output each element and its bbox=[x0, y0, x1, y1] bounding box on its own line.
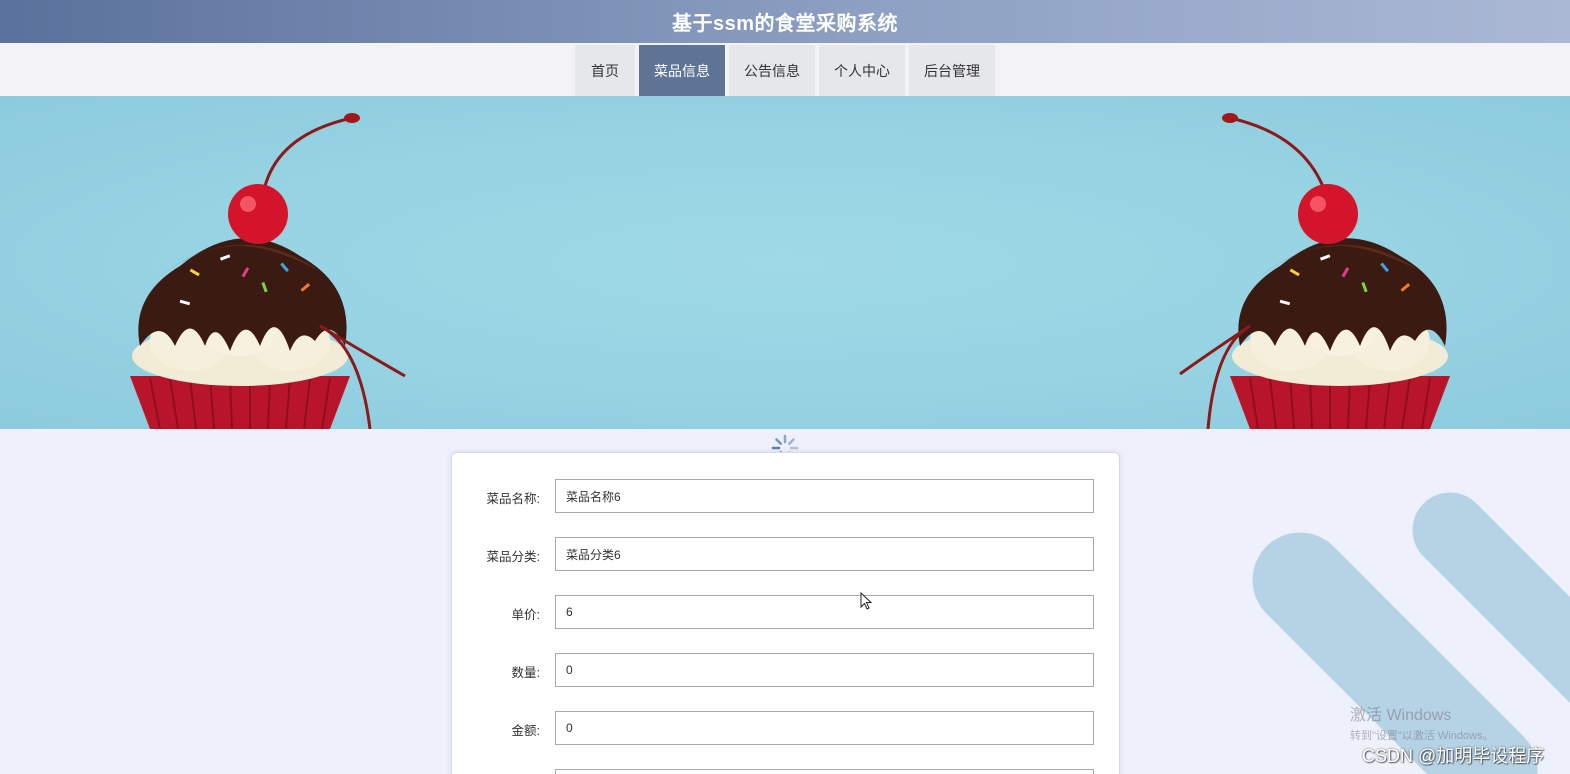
nav-item-dishes[interactable]: 菜品信息 bbox=[639, 45, 725, 96]
nav-item-announcements[interactable]: 公告信息 bbox=[729, 45, 815, 96]
form-row-dish-category: 菜品分类: bbox=[452, 537, 1121, 571]
nav-item-profile[interactable]: 个人中心 bbox=[819, 45, 905, 96]
cupcake-illustration-right bbox=[1179, 113, 1450, 429]
form-row-unit-price: 单价: bbox=[452, 595, 1121, 629]
windows-activation-watermark: 激活 Windows 转到"设置"以激活 Windows。 bbox=[1350, 701, 1494, 743]
dish-name-label: 菜品名称: bbox=[486, 492, 540, 506]
nav-list: 首页 菜品信息 公告信息 个人中心 后台管理 bbox=[575, 45, 999, 96]
csdn-credit: CSDN @加明毕设程序 bbox=[1362, 746, 1545, 766]
main-nav: 首页 菜品信息 公告信息 个人中心 后台管理 bbox=[0, 43, 1570, 96]
dish-category-input[interactable] bbox=[555, 537, 1094, 571]
nav-item-home[interactable]: 首页 bbox=[575, 45, 635, 96]
watermark-subtitle: 转到"设置"以激活 Windows。 bbox=[1350, 730, 1494, 742]
dish-name-input[interactable] bbox=[555, 479, 1094, 513]
dish-detail-form: 菜品名称: 菜品分类: 单价: 数量: 金额: bbox=[451, 452, 1120, 774]
next-field-input[interactable] bbox=[555, 769, 1094, 774]
form-row-partial bbox=[452, 769, 1121, 774]
watermark-title: 激活 Windows bbox=[1350, 707, 1452, 724]
form-row-dish-name: 菜品名称: bbox=[452, 479, 1121, 513]
form-row-amount: 金额: bbox=[452, 711, 1121, 745]
site-title: 基于ssm的食堂采购系统 bbox=[671, 13, 899, 35]
quantity-input[interactable] bbox=[555, 653, 1094, 687]
cupcake-illustration-left bbox=[130, 113, 406, 429]
form-row-quantity: 数量: bbox=[452, 653, 1121, 687]
mouse-cursor-icon bbox=[860, 592, 873, 610]
amount-input[interactable] bbox=[555, 711, 1094, 745]
site-header: 基于ssm的食堂采购系统 bbox=[0, 0, 1570, 43]
quantity-label: 数量: bbox=[511, 666, 540, 680]
unit-price-input[interactable] bbox=[555, 595, 1094, 629]
dish-category-label: 菜品分类: bbox=[486, 550, 540, 564]
nav-item-admin[interactable]: 后台管理 bbox=[909, 45, 995, 96]
hero-banner bbox=[0, 96, 1570, 429]
amount-label: 金额: bbox=[511, 724, 540, 738]
unit-price-label: 单价: bbox=[511, 608, 540, 622]
